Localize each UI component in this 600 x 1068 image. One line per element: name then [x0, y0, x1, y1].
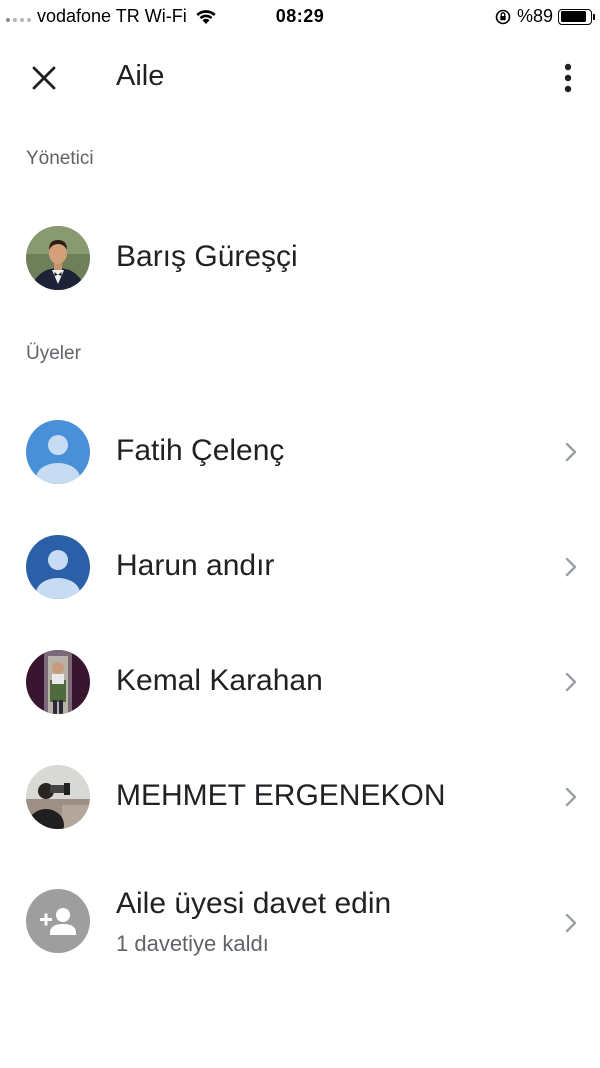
members-section-label: Üyeler — [26, 343, 81, 364]
app-bar: Aile — [0, 44, 600, 114]
chevron-right-icon — [565, 787, 577, 807]
page-title: Aile — [116, 60, 165, 92]
close-button[interactable] — [20, 58, 68, 98]
member-row-mehmet[interactable]: MEHMET ERGENEKON — [0, 747, 600, 847]
invite-remaining-label: 1 davetiye kaldı — [116, 931, 269, 956]
add-person-avatar — [26, 889, 90, 953]
chevron-right-icon — [565, 557, 577, 577]
admin-name: Barış Güreşçi — [116, 240, 298, 273]
battery-fill — [560, 11, 587, 22]
member-name: Harun andır — [116, 549, 275, 582]
invite-member-row[interactable]: Aile üyesi davet edin 1 davetiye kaldı — [0, 871, 600, 971]
more-options-button[interactable] — [550, 58, 586, 98]
member-row-fatih[interactable]: Fatih Çelenç — [0, 402, 600, 502]
status-right: %89 — [494, 6, 595, 27]
chevron-right-icon — [565, 913, 577, 933]
close-icon — [32, 66, 56, 90]
photo-avatar — [26, 765, 90, 829]
admin-row: Barış Güreşçi — [0, 208, 600, 308]
photo-avatar — [26, 650, 90, 714]
admin-avatar — [26, 226, 90, 290]
member-row-harun[interactable]: Harun andır — [0, 517, 600, 617]
chevron-right-icon — [565, 442, 577, 462]
member-name: Fatih Çelenç — [116, 434, 285, 467]
default-person-avatar — [26, 535, 90, 599]
orientation-lock-icon — [495, 9, 511, 24]
chevron-right-icon — [565, 672, 577, 692]
member-row-kemal[interactable]: Kemal Karahan — [0, 632, 600, 732]
invite-label: Aile üyesi davet edin — [116, 887, 392, 920]
add-person-icon — [26, 889, 90, 953]
member-name: MEHMET ERGENEKON — [116, 779, 446, 812]
status-bar: vodafone TR Wi-Fi 08:29 %89 — [0, 0, 600, 34]
more-vert-icon — [564, 63, 572, 93]
member-name: Kemal Karahan — [116, 664, 323, 697]
battery-percentage: %89 — [516, 6, 553, 26]
battery-icon — [558, 8, 595, 25]
admin-section-label: Yönetici — [26, 148, 94, 169]
default-person-avatar — [26, 420, 90, 484]
